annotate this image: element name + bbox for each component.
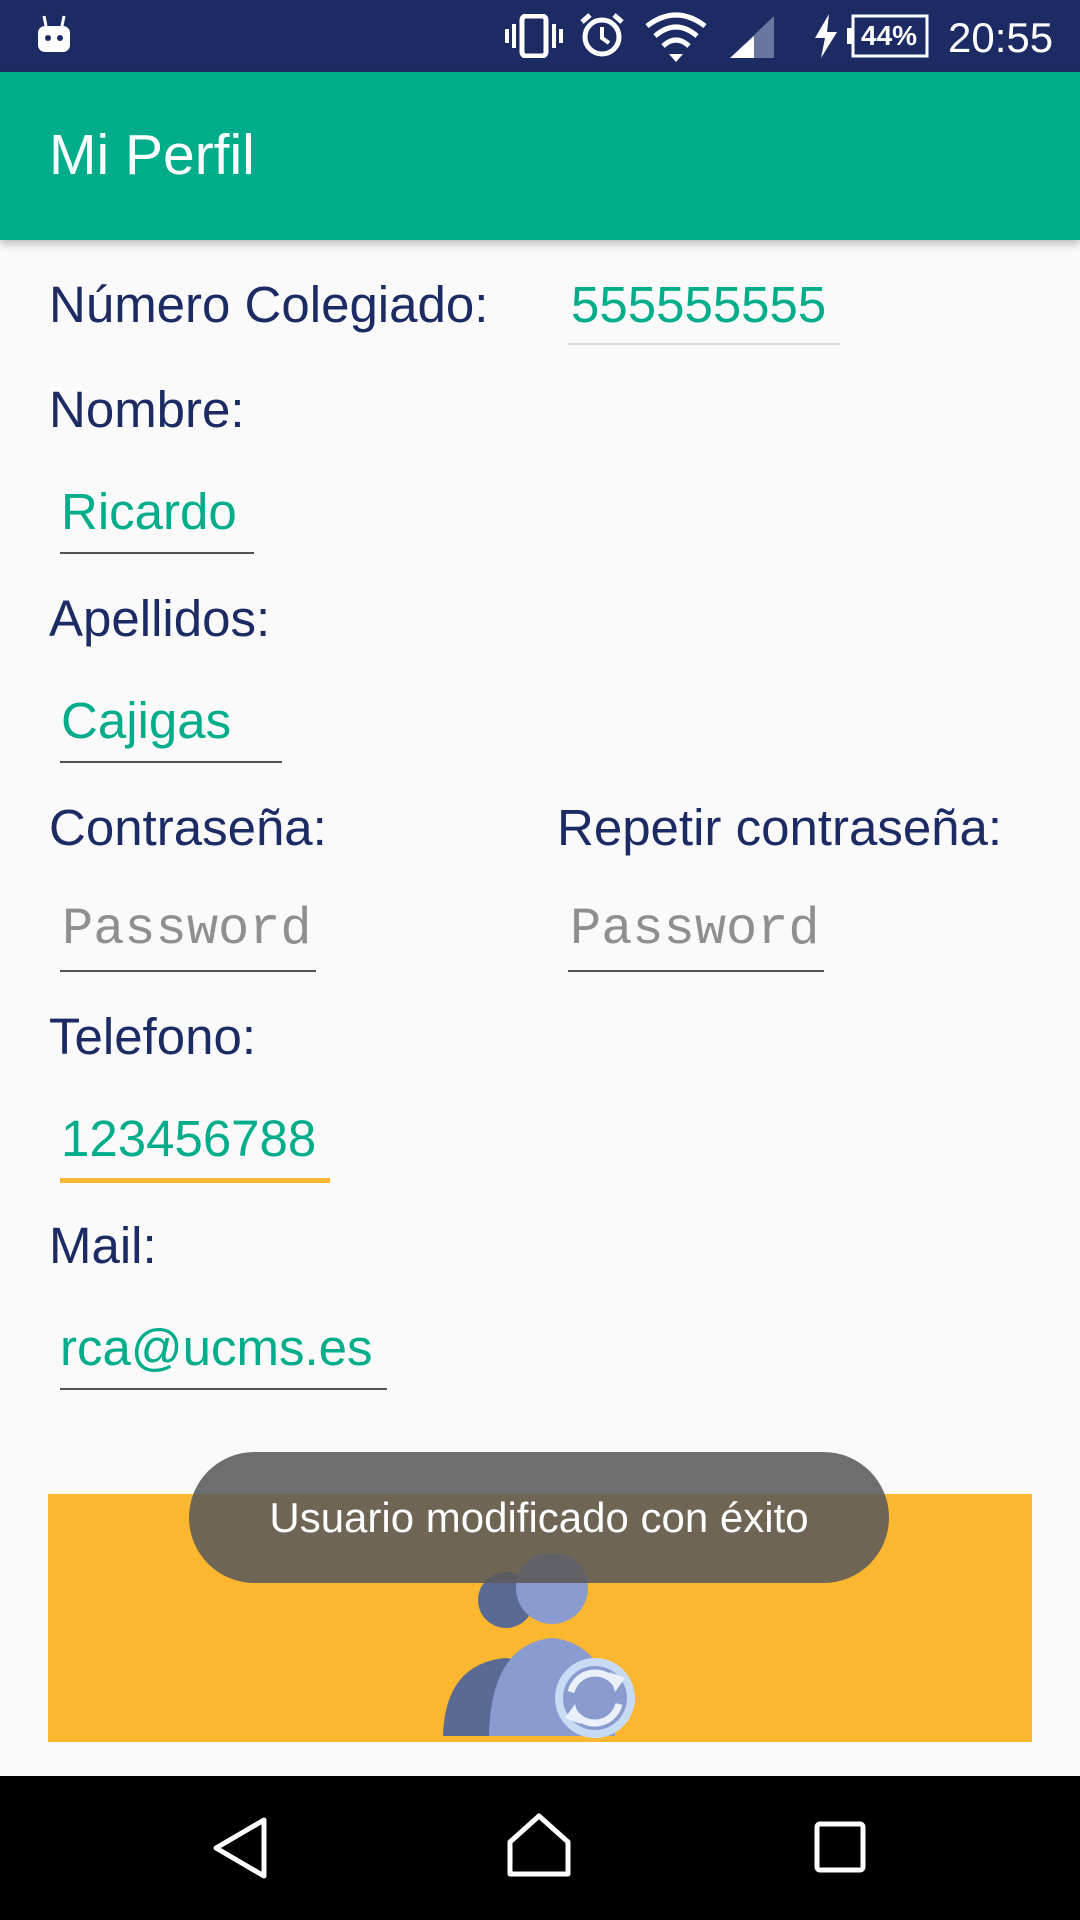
toast: Usuario modificado con éxito bbox=[189, 1452, 889, 1583]
nombre-input[interactable]: Ricardo bbox=[60, 484, 254, 556]
mail-underline bbox=[60, 1388, 387, 1390]
apellidos-input[interactable]: Cajigas bbox=[60, 693, 282, 765]
recents-icon[interactable] bbox=[813, 1820, 867, 1874]
apellidos-underline bbox=[60, 761, 282, 763]
mail-value: rca@ucms.es bbox=[60, 1319, 373, 1376]
numero-colegiado-underline bbox=[568, 343, 840, 345]
telefono-value: 123456788 bbox=[61, 1110, 317, 1167]
navigation-bar bbox=[0, 1776, 1080, 1920]
back-icon[interactable] bbox=[210, 1816, 270, 1880]
wifi-icon bbox=[645, 12, 707, 62]
home-icon[interactable] bbox=[506, 1812, 572, 1878]
charging-icon bbox=[815, 14, 837, 58]
nombre-value: Ricardo bbox=[61, 483, 237, 540]
numero-colegiado-value: 555555555 bbox=[571, 276, 827, 333]
numero-colegiado-field[interactable]: 555555555 bbox=[568, 275, 840, 347]
nombre-label: Nombre: bbox=[49, 381, 245, 438]
repetir-contrasena-placeholder: Password bbox=[570, 900, 820, 959]
signal-icon bbox=[730, 16, 774, 58]
contrasena-input[interactable]: Password bbox=[60, 902, 316, 974]
page-title: Mi Perfil bbox=[49, 123, 255, 187]
repetir-contrasena-label: Repetir contraseña: bbox=[557, 799, 1003, 856]
telefono-label: Telefono: bbox=[49, 1008, 256, 1065]
numero-colegiado-label: Número Colegiado: bbox=[49, 276, 489, 333]
apellidos-label: Apellidos: bbox=[49, 590, 271, 647]
android-debug-icon bbox=[38, 15, 70, 52]
contrasena-placeholder: Password bbox=[62, 900, 312, 959]
battery-percentage: 44% bbox=[861, 20, 918, 51]
app-bar: Mi Perfil bbox=[0, 72, 1080, 240]
repetir-contrasena-underline bbox=[568, 970, 824, 972]
contrasena-label: Contraseña: bbox=[49, 799, 327, 856]
nombre-underline bbox=[60, 552, 254, 554]
telefono-input[interactable]: 123456788 bbox=[60, 1111, 330, 1185]
status-bar: 44% 20:55 bbox=[0, 0, 1080, 72]
apellidos-value: Cajigas bbox=[61, 692, 232, 749]
clock: 20:55 bbox=[948, 14, 1054, 61]
contrasena-underline bbox=[60, 970, 316, 972]
repetir-contrasena-input[interactable]: Password bbox=[568, 902, 824, 974]
alarm-icon bbox=[580, 13, 624, 57]
mail-input[interactable]: rca@ucms.es bbox=[60, 1320, 387, 1392]
telefono-underline-focused bbox=[60, 1178, 330, 1183]
mail-label: Mail: bbox=[49, 1217, 157, 1274]
vibrate-icon bbox=[505, 14, 563, 58]
toast-message: Usuario modificado con éxito bbox=[269, 1493, 809, 1541]
